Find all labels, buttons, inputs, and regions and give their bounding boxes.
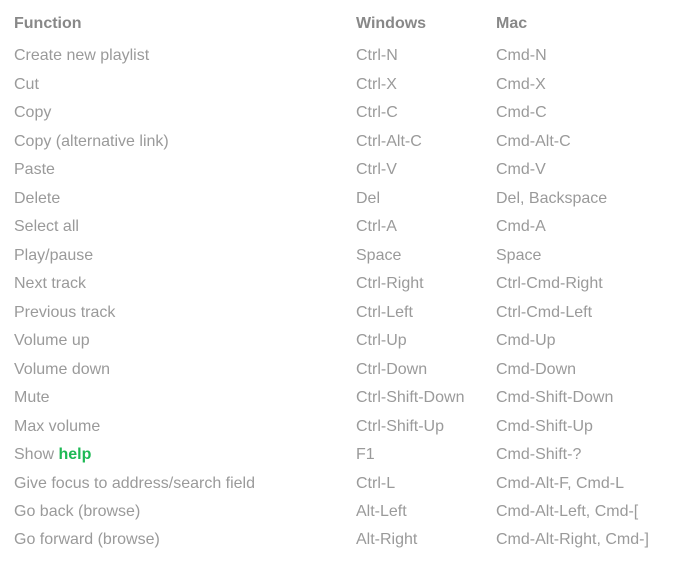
cell-windows: Space — [356, 242, 496, 270]
cell-function: Mute — [14, 384, 356, 412]
table-row: Volume upCtrl-UpCmd-Up — [14, 327, 686, 355]
cell-function: Give focus to address/search field — [14, 470, 356, 498]
cell-function: Copy (alternative link) — [14, 128, 356, 156]
table-header-row: Function Windows Mac — [14, 10, 686, 42]
cell-function: Previous track — [14, 299, 356, 327]
header-mac: Mac — [496, 10, 686, 42]
table-row: CopyCtrl-CCmd-C — [14, 99, 686, 127]
cell-windows: Ctrl-Down — [356, 356, 496, 384]
cell-mac: Cmd-Up — [496, 327, 686, 355]
cell-windows: Ctrl-X — [356, 71, 496, 99]
cell-function: Max volume — [14, 413, 356, 441]
table-row: Play/pauseSpaceSpace — [14, 242, 686, 270]
cell-function: Create new playlist — [14, 42, 356, 70]
table-row: Give focus to address/search fieldCtrl-L… — [14, 470, 686, 498]
cell-mac: Ctrl-Cmd-Left — [496, 299, 686, 327]
cell-windows: Alt-Left — [356, 498, 496, 526]
cell-mac: Cmd-Alt-F, Cmd-L — [496, 470, 686, 498]
cell-windows: Ctrl-Shift-Up — [356, 413, 496, 441]
table-row: Max volumeCtrl-Shift-UpCmd-Shift-Up — [14, 413, 686, 441]
cell-function: Volume up — [14, 327, 356, 355]
cell-mac: Ctrl-Cmd-Right — [496, 270, 686, 298]
cell-function: Volume down — [14, 356, 356, 384]
header-function: Function — [14, 10, 356, 42]
help-link[interactable]: help — [58, 446, 91, 463]
cell-function: Copy — [14, 99, 356, 127]
cell-function: Play/pause — [14, 242, 356, 270]
header-windows: Windows — [356, 10, 496, 42]
table-row: PasteCtrl-VCmd-V — [14, 156, 686, 184]
cell-function: Delete — [14, 185, 356, 213]
cell-mac: Cmd-X — [496, 71, 686, 99]
cell-windows: Ctrl-L — [356, 470, 496, 498]
cell-windows: Ctrl-Up — [356, 327, 496, 355]
cell-function: Cut — [14, 71, 356, 99]
cell-function: Go forward (browse) — [14, 526, 356, 554]
cell-mac: Cmd-V — [496, 156, 686, 184]
cell-function: Select all — [14, 213, 356, 241]
cell-windows: Ctrl-Left — [356, 299, 496, 327]
cell-windows: Alt-Right — [356, 526, 496, 554]
table-row: Next trackCtrl-RightCtrl-Cmd-Right — [14, 270, 686, 298]
table-row: Select allCtrl-ACmd-A — [14, 213, 686, 241]
cell-mac: Del, Backspace — [496, 185, 686, 213]
cell-mac: Cmd-Down — [496, 356, 686, 384]
table-row: Go forward (browse)Alt-RightCmd-Alt-Righ… — [14, 526, 686, 554]
cell-function: Paste — [14, 156, 356, 184]
table-row: Previous trackCtrl-LeftCtrl-Cmd-Left — [14, 299, 686, 327]
cell-mac: Space — [496, 242, 686, 270]
cell-mac: Cmd-Alt-C — [496, 128, 686, 156]
cell-windows: Ctrl-C — [356, 99, 496, 127]
table-row: Go back (browse)Alt-LeftCmd-Alt-Left, Cm… — [14, 498, 686, 526]
cell-windows: Ctrl-Shift-Down — [356, 384, 496, 412]
cell-windows: Ctrl-Right — [356, 270, 496, 298]
cell-function: Go back (browse) — [14, 498, 356, 526]
table-row: Volume downCtrl-DownCmd-Down — [14, 356, 686, 384]
cell-windows: Ctrl-V — [356, 156, 496, 184]
cell-mac: Cmd-Shift-Down — [496, 384, 686, 412]
table-row: DeleteDelDel, Backspace — [14, 185, 686, 213]
cell-mac: Cmd-N — [496, 42, 686, 70]
cell-mac: Cmd-C — [496, 99, 686, 127]
cell-function: Show help — [14, 441, 356, 469]
cell-mac: Cmd-A — [496, 213, 686, 241]
cell-mac: Cmd-Alt-Left, Cmd-[ — [496, 498, 686, 526]
cell-mac: Cmd-Alt-Right, Cmd-] — [496, 526, 686, 554]
cell-windows: F1 — [356, 441, 496, 469]
table-row: Show helpF1Cmd-Shift-? — [14, 441, 686, 469]
table-row: Create new playlistCtrl-NCmd-N — [14, 42, 686, 70]
cell-mac: Cmd-Shift-Up — [496, 413, 686, 441]
keyboard-shortcuts-table: Function Windows Mac Create new playlist… — [14, 10, 686, 555]
cell-windows: Ctrl-N — [356, 42, 496, 70]
table-row: MuteCtrl-Shift-DownCmd-Shift-Down — [14, 384, 686, 412]
table-row: Copy (alternative link)Ctrl-Alt-CCmd-Alt… — [14, 128, 686, 156]
cell-mac: Cmd-Shift-? — [496, 441, 686, 469]
cell-function: Next track — [14, 270, 356, 298]
table-row: CutCtrl-XCmd-X — [14, 71, 686, 99]
cell-windows: Ctrl-Alt-C — [356, 128, 496, 156]
cell-windows: Ctrl-A — [356, 213, 496, 241]
cell-windows: Del — [356, 185, 496, 213]
